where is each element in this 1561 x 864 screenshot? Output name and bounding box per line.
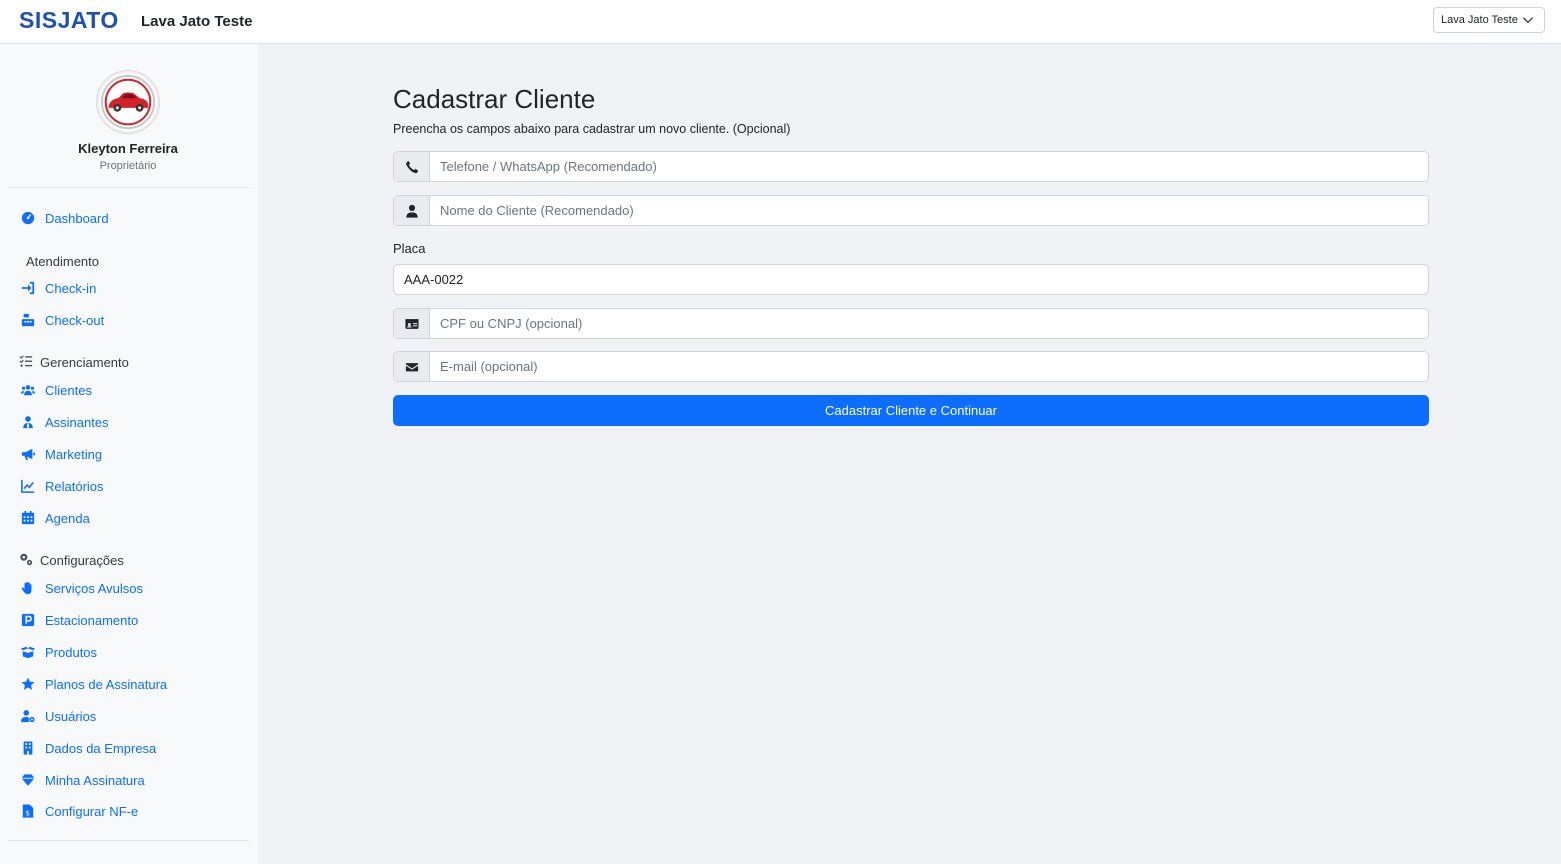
user-name: Kleyton Ferreira — [78, 141, 178, 156]
svg-text:$: $ — [25, 809, 29, 817]
gears-icon — [19, 552, 33, 569]
user-icon — [394, 196, 430, 225]
company-name: Lava Jato Teste — [141, 13, 253, 30]
sidebar-item-label: Serviços Avulsos — [45, 580, 144, 596]
sidebar-divider — [8, 840, 249, 841]
star-icon — [20, 677, 35, 692]
sidebar-item-dashboard[interactable]: Dashboard — [20, 208, 109, 228]
sidebar-item-configurar-nfe[interactable]: $ Configurar NF-e — [20, 801, 138, 821]
document-input-group — [393, 308, 1429, 339]
sidebar-item-label: Relatórios — [45, 478, 104, 494]
company-select-value: Lava Jato Teste — [1441, 14, 1518, 26]
brand-logo[interactable]: SISJATO — [19, 7, 119, 34]
user-tie-icon — [20, 415, 35, 430]
sidebar-item-label: Minha Assinatura — [45, 772, 145, 788]
sidebar-item-servicos-avulsos[interactable]: Serviços Avulsos — [20, 578, 143, 598]
sidebar: Kleyton Ferreira Proprietário Dashboard … — [0, 44, 258, 864]
sidebar-item-label: Agenda — [45, 510, 90, 526]
users-icon — [20, 383, 35, 398]
dashboard-gauge-icon — [20, 211, 35, 226]
avatar — [96, 70, 160, 134]
square-parking-icon — [20, 613, 35, 628]
phone-icon — [394, 152, 430, 181]
client-name-input[interactable] — [430, 196, 1428, 225]
envelope-icon — [394, 352, 430, 381]
chart-line-icon — [20, 479, 35, 494]
sidebar-item-usuarios[interactable]: Usuários — [20, 706, 96, 726]
sidebar-item-label: Configurar NF-e — [45, 803, 139, 819]
page-subtitle: Preencha os campos abaixo para cadastrar… — [393, 122, 791, 136]
section-title: Configurações — [40, 552, 124, 568]
sidebar-item-label: Usuários — [45, 708, 97, 724]
submit-button[interactable]: Cadastrar Cliente e Continuar — [393, 395, 1429, 426]
sidebar-item-label: Assinantes — [45, 414, 109, 430]
gem-icon — [20, 773, 35, 788]
sidebar-item-label: Estacionamento — [45, 612, 139, 628]
sidebar-item-label: Check-in — [45, 280, 97, 296]
email-input-group — [393, 351, 1429, 382]
section-title: Atendimento — [26, 253, 99, 269]
section-configuracoes: Configurações — [19, 551, 124, 569]
sidebar-item-estacionamento[interactable]: Estacionamento — [20, 610, 138, 630]
cpf-cnpj-input[interactable] — [430, 309, 1428, 338]
sidebar-item-label: Produtos — [45, 644, 98, 660]
email-field[interactable] — [430, 352, 1428, 381]
sidebar-item-check-in[interactable]: Check-in — [20, 278, 96, 298]
sidebar-item-agenda[interactable]: Agenda — [20, 508, 90, 528]
user-role: Proprietário — [99, 160, 157, 172]
hand-sparkles-icon — [20, 581, 35, 596]
id-card-icon — [394, 309, 430, 338]
section-title: Gerenciamento — [40, 354, 129, 370]
page-title: Cadastrar Cliente — [393, 84, 596, 114]
name-input-group — [393, 195, 1429, 226]
sidebar-divider — [8, 187, 249, 188]
sidebar-item-label: Planos de Assinatura — [45, 676, 168, 692]
sidebar-item-minha-assinatura[interactable]: Minha Assinatura — [20, 770, 145, 790]
file-invoice-dollar-icon: $ — [20, 804, 35, 819]
sidebar-item-relatorios[interactable]: Relatórios — [20, 476, 104, 496]
sidebar-item-produtos[interactable]: Produtos — [20, 642, 97, 662]
sidebar-item-label: Check-out — [45, 312, 105, 328]
sidebar-item-clientes[interactable]: Clientes — [20, 380, 92, 400]
list-check-icon — [19, 354, 33, 371]
building-icon — [20, 741, 35, 756]
sidebar-item-check-out[interactable]: Check-out — [20, 310, 104, 330]
sidebar-item-label: Dashboard — [45, 210, 109, 226]
car-logo-icon — [100, 74, 156, 130]
cash-register-icon — [20, 313, 35, 328]
phone-input[interactable] — [430, 152, 1428, 181]
sidebar-item-planos-de-assinatura[interactable]: Planos de Assinatura — [20, 674, 167, 694]
sidebar-item-marketing[interactable]: Marketing — [20, 444, 102, 464]
sidebar-item-assinantes[interactable]: Assinantes — [20, 412, 109, 432]
sidebar-item-label: Marketing — [45, 446, 103, 462]
sign-in-icon — [20, 281, 35, 296]
sidebar-item-dados-da-empresa[interactable]: Dados da Empresa — [20, 738, 156, 758]
company-select[interactable]: Lava Jato Teste — [1433, 7, 1545, 33]
sidebar-item-label: Dados da Empresa — [45, 740, 157, 756]
user-gear-icon — [20, 709, 35, 724]
section-atendimento: Atendimento — [26, 252, 99, 270]
phone-input-group — [393, 151, 1429, 182]
plate-label: Placa — [393, 241, 426, 256]
plate-input[interactable] — [393, 264, 1429, 295]
chevron-down-icon — [1523, 17, 1533, 24]
sidebar-item-label: Clientes — [45, 382, 92, 398]
box-open-icon — [20, 645, 35, 660]
bullhorn-icon — [20, 447, 35, 462]
section-gerenciamento: Gerenciamento — [19, 353, 129, 371]
top-bar: SISJATO Lava Jato Teste Lava Jato Teste — [0, 0, 1561, 44]
calendar-icon — [20, 511, 35, 526]
